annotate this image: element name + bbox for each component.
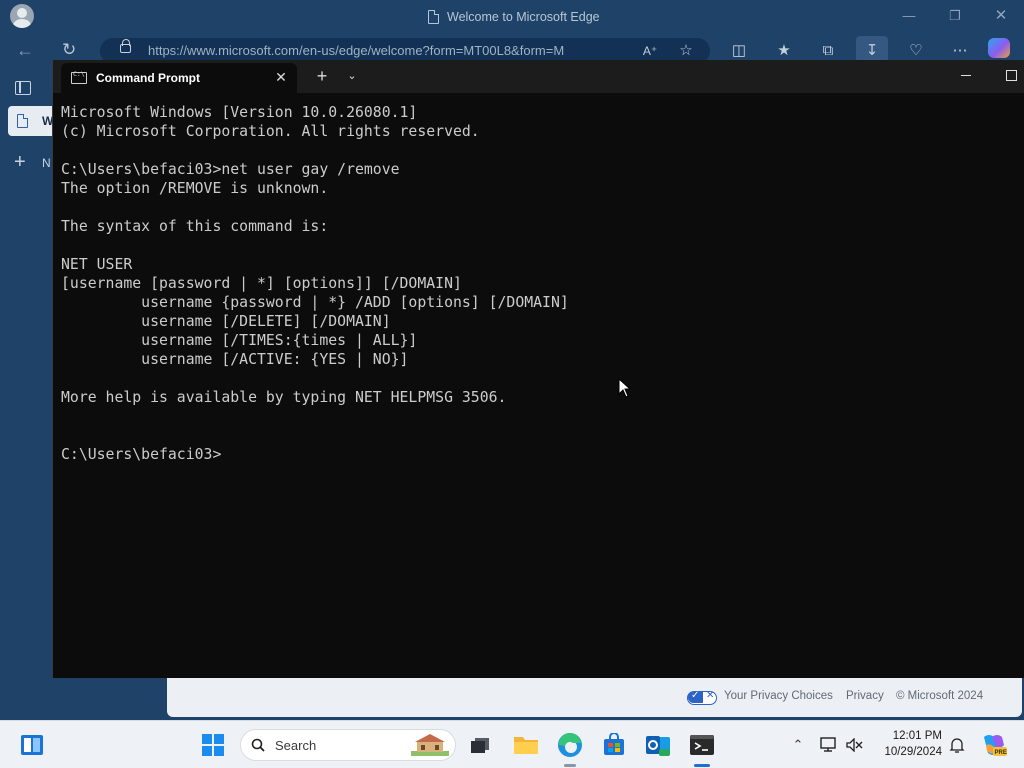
store-button[interactable] [594, 721, 634, 768]
terminal-line: The syntax of this command is: [61, 218, 329, 235]
terminal-line: The option /REMOVE is unknown. [61, 180, 329, 197]
widgets-icon [21, 735, 43, 755]
network-button[interactable] [818, 721, 840, 768]
terminal-line: [username [password | *] [options]] [/DO… [61, 275, 462, 292]
favorites-icon[interactable]: ★ [774, 42, 794, 60]
downloads-icon[interactable]: ↧ [862, 42, 882, 60]
vertical-tabs-icon[interactable] [15, 81, 31, 95]
notification-bell-icon [949, 738, 965, 753]
refresh-icon[interactable]: ↻ [62, 40, 82, 60]
file-explorer-button[interactable] [506, 721, 546, 768]
favorite-star-icon[interactable]: ☆ [676, 42, 696, 60]
clock-date: 10/29/2024 [884, 746, 942, 758]
collections-icon[interactable]: ⧉ [818, 42, 838, 60]
clock-time: 12:01 PM [892, 730, 942, 742]
task-view-button[interactable] [460, 721, 500, 768]
privacy-link[interactable]: Privacy [846, 690, 884, 702]
page-icon [428, 10, 439, 24]
terminal-line: username [/ACTIVE: {YES | NO}] [61, 351, 409, 368]
search-placeholder: Search [275, 738, 317, 753]
tab-title: Command Prompt [96, 71, 201, 85]
privacy-choices-link[interactable]: Your Privacy Choices [724, 690, 833, 702]
tab-command-prompt[interactable]: C:\ Command Prompt ✕ [61, 63, 297, 93]
terminal-line: C:\Users\befaci03>net user gay /remove [61, 161, 400, 178]
terminal-output[interactable]: Microsoft Windows [Version 10.0.26080.1]… [61, 103, 1021, 663]
edge-taskbar-button[interactable] [550, 721, 590, 768]
active-indicator [694, 764, 710, 767]
folder-icon [514, 737, 538, 754]
plus-icon[interactable]: + [14, 152, 26, 172]
terminal-line: More help is available by typing NET HEL… [61, 389, 507, 406]
edge-minimize-button[interactable]: — [898, 6, 920, 26]
volume-muted-icon [846, 738, 863, 752]
chevron-up-icon[interactable]: ⌃ [788, 721, 808, 768]
new-tab-button[interactable]: + [312, 66, 332, 86]
volume-button[interactable] [844, 721, 866, 768]
running-indicator [564, 764, 576, 767]
search-icon [251, 738, 265, 752]
terminal-window: C:\ Command Prompt ✕ + ⌄ Microsoft Windo… [52, 60, 1024, 678]
copyright-text: © Microsoft 2024 [896, 690, 984, 702]
more-icon[interactable]: ⋯ [950, 42, 970, 60]
store-icon [604, 733, 624, 755]
windows-logo-icon [202, 734, 224, 756]
terminal-taskbar-button[interactable] [682, 721, 722, 768]
page-footer: ✓ ✕ Your Privacy Choices Privacy © Micros… [167, 677, 1022, 717]
page-icon [17, 114, 28, 128]
terminal-text: Microsoft Windows [Version 10.0.26080.1]… [61, 103, 1021, 464]
maximize-button[interactable] [999, 64, 1023, 88]
search-input[interactable]: Search [240, 729, 456, 761]
copilot-taskbar-button[interactable]: PRE [978, 721, 1008, 768]
browser-essentials-icon[interactable]: ♡ [906, 42, 926, 60]
edge-vertical-tabs: W + N [0, 66, 58, 720]
mouse-pointer-icon [618, 378, 632, 398]
edge-restore-button[interactable]: ❐ [944, 6, 966, 26]
command-prompt-icon: C:\ [71, 70, 87, 84]
chevron-down-icon[interactable]: ⌄ [342, 66, 362, 86]
widgets-button[interactable] [16, 721, 48, 768]
terminal-line: C:\Users\befaci03> [61, 446, 222, 463]
terminal-line: username [/TIMES:{times | ALL}] [61, 332, 418, 349]
edge-window-title: Welcome to Microsoft Edge [428, 6, 600, 28]
copilot-pre-icon: PRE [984, 735, 1007, 756]
split-screen-icon[interactable]: ◫ [729, 42, 749, 60]
copilot-icon[interactable] [988, 38, 1010, 58]
notifications-button[interactable] [946, 721, 968, 768]
terminal-line: username [/DELETE] [/DOMAIN] [61, 313, 391, 330]
privacy-choices-icon[interactable]: ✓ ✕ [687, 690, 717, 705]
clock[interactable]: 12:01 PM 10/29/2024 [872, 721, 948, 768]
lock-icon[interactable] [120, 39, 131, 53]
start-button[interactable] [198, 721, 230, 768]
read-aloud-icon[interactable]: A⁺ [640, 42, 660, 60]
terminal-titlebar: C:\ Command Prompt ✕ + ⌄ [53, 60, 1024, 93]
profile-avatar-icon[interactable] [10, 4, 34, 28]
edge-close-button[interactable]: ✕ [990, 6, 1012, 26]
close-tab-button[interactable]: ✕ [271, 67, 291, 87]
minimize-button[interactable] [955, 64, 979, 88]
terminal-line: username {password | *} /ADD [options] [… [61, 294, 569, 311]
edge-titlebar: Welcome to Microsoft Edge — ❐ ✕ [0, 0, 1024, 34]
taskbar: Search ⌃ 12:01 PM 10/29/2024 PRE [0, 720, 1024, 768]
terminal-icon [690, 735, 714, 755]
back-arrow-icon[interactable]: ← [16, 40, 38, 60]
terminal-line: (c) Microsoft Corporation. All rights re… [61, 123, 480, 140]
terminal-line: Microsoft Windows [Version 10.0.26080.1] [61, 104, 418, 121]
edge-icon [558, 732, 582, 757]
outlook-button[interactable] [638, 721, 678, 768]
terminal-line: NET USER [61, 256, 133, 273]
network-icon [820, 737, 836, 752]
task-view-icon [471, 738, 489, 753]
svg-text:PRE: PRE [995, 750, 1007, 756]
outlook-icon [646, 736, 670, 756]
edge-title-text: Welcome to Microsoft Edge [447, 10, 600, 24]
new-tab-label[interactable]: N [42, 156, 51, 170]
search-highlight-icon [411, 734, 449, 756]
